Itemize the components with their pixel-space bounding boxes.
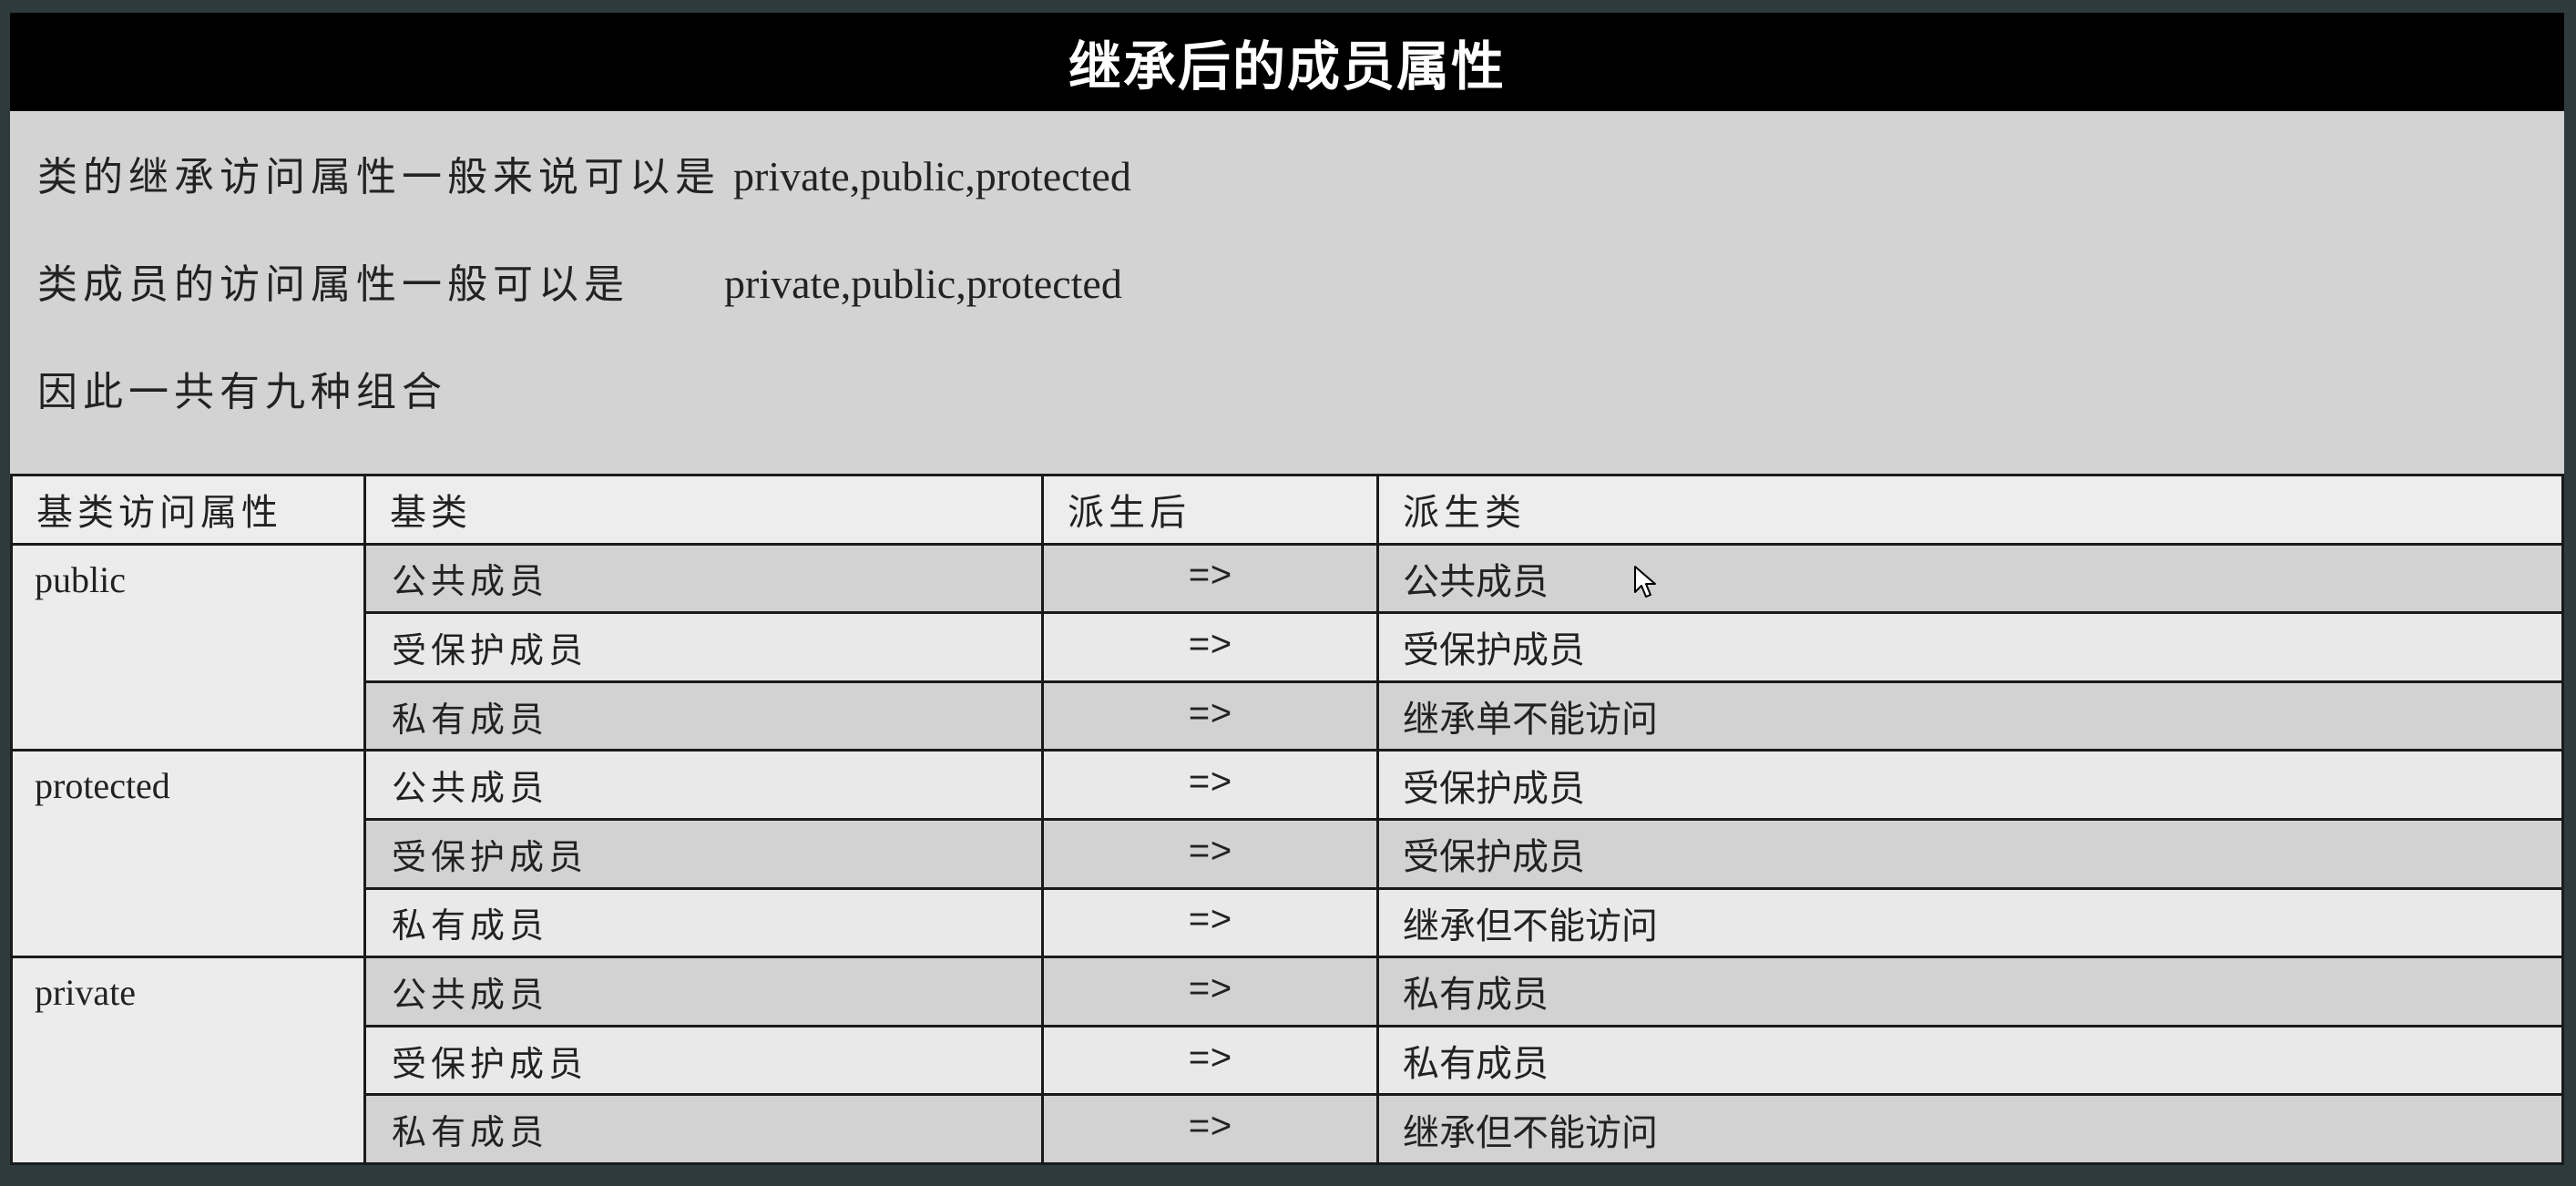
- table-row: 受保护成员 => 受保护成员: [12, 611, 2564, 683]
- derived-member-cell: 继承但不能访问: [1376, 1093, 2564, 1165]
- derived-member-cell: 受保护成员: [1376, 817, 2564, 890]
- arrow-cell: =>: [1041, 956, 1379, 1028]
- access-cell-public: public: [10, 542, 366, 752]
- base-member-cell: 私有成员: [363, 886, 1044, 959]
- slide: 继承后的成员属性 类的继承访问属性一般来说可以是 private,public,…: [10, 13, 2564, 1165]
- intro-line-2-text: 类成员的访问属性一般可以是: [37, 261, 629, 308]
- base-member-cell: 受保护成员: [363, 611, 1044, 683]
- arrow-cell: =>: [1041, 611, 1379, 683]
- header-base-access: 基类访问属性: [10, 474, 366, 546]
- table-row: 受保护成员 => 受保护成员: [12, 817, 2564, 890]
- header-base-class: 基类: [363, 474, 1044, 546]
- derived-member-cell: 继承单不能访问: [1376, 680, 2564, 752]
- base-member-cell: 受保护成员: [363, 817, 1044, 890]
- table-header-row: 基类访问属性 基类 派生后 派生类: [10, 474, 2564, 546]
- arrow-cell: =>: [1041, 1093, 1379, 1165]
- arrow-cell: =>: [1041, 749, 1379, 821]
- derived-member-cell: 受保护成员: [1376, 749, 2564, 821]
- arrow-cell: =>: [1041, 1024, 1379, 1097]
- intro-line-1-keywords: private,public,protected: [733, 153, 1131, 199]
- header-after-derive: 派生后: [1041, 474, 1379, 546]
- intro-line-2-keywords: private,public,protected: [724, 261, 1122, 307]
- table-row: protected 公共成员 => 受保护成员: [10, 749, 2564, 959]
- intro-line-3: 因此一共有九种组合: [37, 359, 447, 417]
- derived-member-cell: 私有成员: [1376, 1024, 2564, 1097]
- table-row: private 公共成员 => 私有成员: [10, 956, 2564, 1165]
- arrow-cell: =>: [1041, 680, 1379, 752]
- intro-line-2: 类成员的访问属性一般可以是 private,public,protected: [37, 251, 1122, 310]
- base-member-cell: 公共成员: [363, 542, 1044, 615]
- base-member-cell: 私有成员: [363, 1093, 1044, 1165]
- derived-member-cell: 继承但不能访问: [1376, 886, 2564, 959]
- table-row: 私有成员 => 继承但不能访问: [12, 886, 2564, 959]
- access-cell-private: private: [10, 956, 366, 1165]
- table-row: 受保护成员 => 私有成员: [12, 1024, 2564, 1097]
- arrow-cell: =>: [1041, 542, 1379, 615]
- intro-line-1: 类的继承访问属性一般来说可以是 private,public,protected: [37, 144, 1131, 202]
- inheritance-table: 基类访问属性 基类 派生后 派生类 public 公共成员 => 公共成员 受保…: [10, 474, 2564, 1165]
- access-cell-protected: protected: [10, 749, 366, 959]
- derived-member-cell: 公共成员: [1376, 542, 2564, 615]
- base-member-cell: 公共成员: [363, 749, 1044, 821]
- header-derived-class: 派生类: [1376, 474, 2564, 546]
- table-row: 私有成员 => 继承单不能访问: [12, 680, 2564, 752]
- derived-member-cell: 私有成员: [1376, 956, 2564, 1028]
- arrow-cell: =>: [1041, 886, 1379, 959]
- intro-section: 类的继承访问属性一般来说可以是 private,public,protected…: [10, 111, 2564, 476]
- intro-line-3-text: 因此一共有九种组合: [37, 369, 447, 415]
- arrow-cell: =>: [1041, 817, 1379, 890]
- derived-member-cell: 受保护成员: [1376, 611, 2564, 683]
- table-row: public 公共成员 => 公共成员: [10, 542, 2564, 752]
- base-member-cell: 私有成员: [363, 680, 1044, 752]
- base-member-cell: 公共成员: [363, 956, 1044, 1028]
- slide-title: 继承后的成员属性: [10, 13, 2564, 111]
- intro-line-1-text: 类的继承访问属性一般来说可以是: [37, 154, 721, 200]
- mouse-pointer-icon: [1634, 566, 1656, 598]
- table-row: 私有成员 => 继承但不能访问: [12, 1093, 2564, 1165]
- base-member-cell: 受保护成员: [363, 1024, 1044, 1097]
